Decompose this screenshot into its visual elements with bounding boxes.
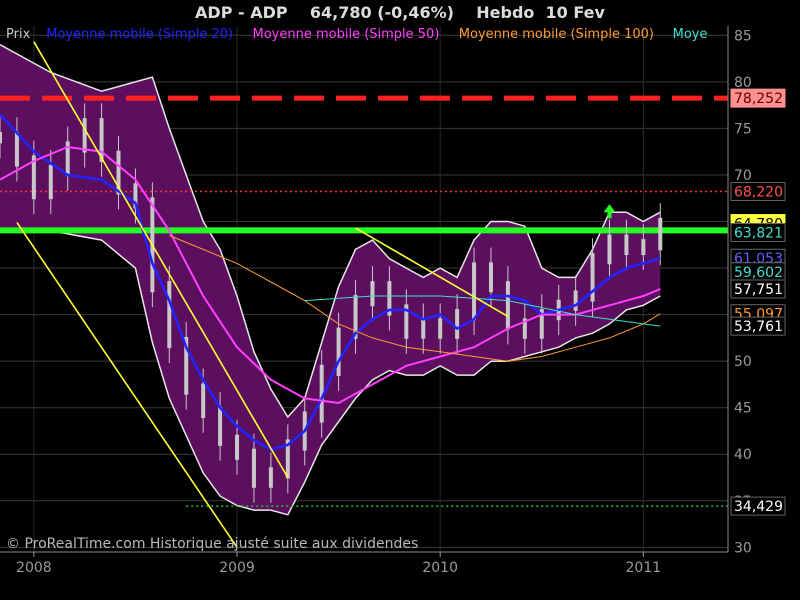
candle-body (438, 318, 443, 339)
x-tick-label: 2008 (16, 560, 52, 576)
legend-entry: Prix (6, 27, 31, 42)
legend-entry: Moyenne mobile (Simple 20) (46, 27, 233, 42)
candle-body (590, 253, 595, 302)
price-label-text: 57,751 (734, 282, 783, 298)
y-tick-label: 85 (734, 28, 752, 44)
bollinger-fill (0, 44, 661, 515)
candle-body (455, 309, 460, 339)
candle-body (607, 234, 612, 265)
candle-body (505, 281, 510, 330)
candle-body (488, 262, 493, 293)
candle-body (201, 383, 206, 418)
watermark-text: © ProRealTime.com Historique ajusté suit… (6, 536, 418, 552)
price-label-text: 59,602 (734, 265, 783, 281)
x-tick-label: 2010 (422, 560, 458, 576)
legend-entry: Moyenne mobile (Simple 100) (459, 27, 654, 42)
x-tick-label: 2009 (219, 560, 255, 576)
candle-body (472, 262, 477, 321)
y-tick-label: 70 (734, 168, 752, 184)
legend: Prix Moyenne mobile (Simple 20) Moyenne mo… (6, 27, 708, 42)
legend-entry: Moye (673, 27, 708, 42)
candle-body (573, 290, 578, 311)
candle-body (641, 239, 646, 256)
y-tick-label: 45 (734, 401, 752, 417)
y-tick-label: 40 (734, 447, 752, 463)
candle-body (336, 327, 341, 377)
price-label-text: 53,761 (734, 319, 783, 335)
candle-body (167, 281, 172, 349)
candle-body (658, 217, 663, 251)
price-chart[interactable]: 3035404550556065707580852008200920102011… (0, 0, 800, 600)
y-tick-label: 80 (734, 75, 752, 91)
price-label-text: 78,252 (734, 91, 783, 107)
bollinger-band (0, 43, 661, 516)
candle-body (370, 281, 375, 307)
candle-body (251, 448, 256, 488)
x-tick-label: 2011 (626, 560, 662, 576)
candle-body (14, 132, 19, 167)
y-tick-label: 75 (734, 121, 752, 137)
candle-body (48, 164, 53, 200)
y-tick-label: 50 (734, 354, 752, 370)
y-tick-label: 30 (734, 540, 752, 556)
candle-body (218, 406, 223, 446)
price-label-text: 68,220 (734, 185, 783, 201)
price-label-text: 63,821 (734, 225, 783, 241)
candle-body (268, 467, 273, 488)
candle-body (235, 434, 240, 460)
candle-body (0, 132, 2, 144)
candle-body (82, 118, 87, 153)
candle-body (624, 234, 629, 256)
legend-entry: Moyenne mobile (Simple 50) (253, 27, 440, 42)
candle-body (421, 318, 426, 339)
price-label-text: 34,429 (734, 499, 783, 515)
